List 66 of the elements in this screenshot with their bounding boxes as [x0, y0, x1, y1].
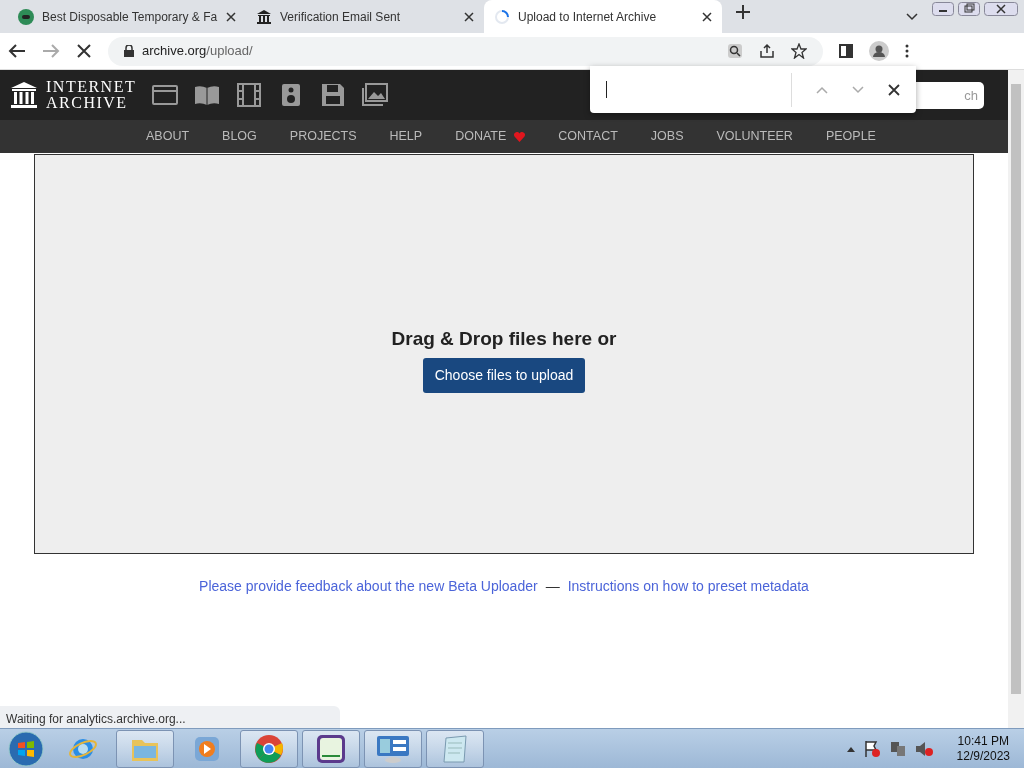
chevron-down-icon [906, 13, 918, 22]
volume-muted-icon [914, 739, 933, 758]
taskbar-button[interactable] [364, 729, 422, 768]
temple-logo-icon [10, 81, 38, 109]
browser-tab[interactable]: Verification Email Sent [246, 0, 484, 33]
nav-link[interactable]: BLOG [222, 127, 257, 146]
media-player-icon [194, 735, 220, 762]
choose-files-button[interactable]: Choose files to upload [422, 357, 586, 393]
menu-icon [905, 44, 909, 58]
logo-text: INTERNET [46, 79, 137, 95]
browser-tab[interactable]: Best Disposable Temporary & Fa [8, 0, 246, 33]
plus-icon [736, 4, 750, 19]
close-icon [464, 11, 474, 22]
stop-icon [76, 43, 92, 59]
address-bar[interactable]: archive.org/upload/ [108, 36, 823, 66]
nav-link[interactable]: DONATE [455, 127, 526, 146]
nav-link[interactable]: CONTACT [558, 127, 618, 146]
web-icon [152, 83, 179, 107]
temple-icon [256, 8, 272, 25]
forward-icon [42, 43, 60, 59]
chat-icon [18, 8, 34, 25]
control-panel-icon [376, 733, 410, 764]
browser-tab[interactable]: Upload to Internet Archive [484, 0, 722, 33]
share-icon [759, 43, 775, 59]
clock-time: 10:41 PM [956, 733, 1010, 749]
nav-link[interactable]: PROJECTS [289, 127, 357, 146]
clock-date: 12/9/2023 [956, 748, 1010, 764]
nav-link[interactable]: HELP [389, 127, 423, 146]
chevron-down-icon [852, 85, 864, 94]
star-icon [791, 43, 807, 59]
side-panel-icon [839, 44, 853, 58]
chrome-icon [254, 733, 284, 764]
film-icon [236, 83, 263, 107]
chevron-up-icon [816, 85, 828, 94]
feedback-link[interactable]: Please provide feedback about the new Beta Uploader [199, 576, 538, 597]
network-icon [888, 739, 907, 758]
back-icon [8, 43, 26, 59]
start-button[interactable] [8, 730, 44, 767]
lock-icon [124, 45, 134, 57]
close-icon [888, 83, 900, 96]
instructions-link[interactable]: Instructions on how to preset metadata [567, 576, 809, 597]
book-icon [194, 83, 221, 107]
taskbar-button[interactable] [240, 729, 298, 768]
taskbar-button[interactable] [302, 729, 360, 768]
app-tile-icon [316, 733, 346, 764]
status-text: Waiting for analytics.archive.org... [0, 706, 340, 729]
url-text: archive.org/upload/ [142, 42, 253, 61]
profile-icon [869, 41, 889, 61]
nav-link[interactable]: JOBS [650, 127, 684, 146]
close-icon [702, 11, 712, 22]
separator-dash: — [545, 577, 560, 596]
tray-arrow-icon [846, 745, 855, 752]
image-icon [362, 83, 389, 107]
drop-heading: Drag & Drop files here or [391, 327, 617, 351]
drop-zone[interactable]: Drag & Drop files here or Choose files to upload [34, 154, 974, 554]
loading-spinner-icon [494, 8, 510, 25]
nav-link[interactable]: VOLUNTEER [716, 127, 793, 146]
scrollbar-thumb[interactable] [1011, 84, 1021, 694]
close-icon [226, 11, 236, 22]
nav-link[interactable]: PEOPLE [825, 127, 876, 146]
windows-logo-icon [8, 730, 44, 767]
flag-icon [862, 739, 881, 758]
logo-text: ARCHIVE [46, 95, 129, 111]
nav-link[interactable]: ABOUT [146, 127, 190, 146]
zoom-icon [727, 43, 743, 59]
notepad-icon [440, 733, 470, 764]
